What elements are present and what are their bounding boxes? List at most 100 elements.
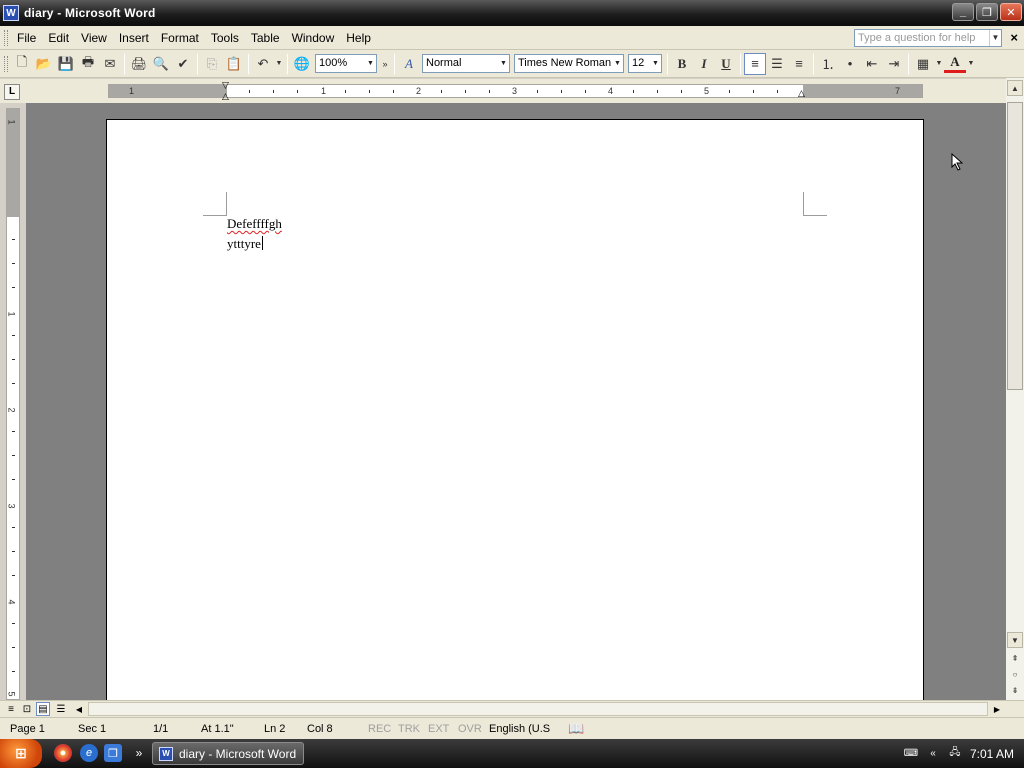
horizontal-scroll-track[interactable] bbox=[88, 702, 988, 716]
menu-tools[interactable]: Tools bbox=[205, 31, 245, 45]
tab-selector[interactable]: L bbox=[4, 84, 20, 100]
menu-edit[interactable]: Edit bbox=[42, 31, 75, 45]
scroll-left-icon[interactable]: ◀ bbox=[72, 702, 86, 716]
restore-button[interactable]: ❐ bbox=[976, 3, 998, 21]
chevron-down-icon[interactable]: ▼ bbox=[989, 30, 1001, 46]
status-language[interactable]: English (U.S bbox=[489, 723, 550, 735]
status-ext[interactable]: EXT bbox=[428, 723, 449, 735]
web-layout-view-icon[interactable]: ⊡ bbox=[20, 702, 34, 716]
outline-view-icon[interactable]: ☰ bbox=[54, 702, 68, 716]
borders-icon[interactable]: ▦ bbox=[912, 53, 934, 75]
show-desktop-icon[interactable]: ❐ bbox=[104, 744, 122, 762]
start-button[interactable]: ⊞ bbox=[0, 739, 42, 768]
spelling-status-icon[interactable]: 📖 bbox=[568, 721, 584, 737]
spelling-icon[interactable]: ✔ bbox=[172, 53, 194, 75]
close-button[interactable]: ✕ bbox=[1000, 3, 1022, 21]
status-ovr[interactable]: OVR bbox=[458, 723, 482, 735]
vertical-ruler[interactable]: 1 1 2 3 4 5 bbox=[6, 108, 20, 700]
network-icon[interactable]: 🖧 bbox=[948, 747, 962, 761]
font-select[interactable]: Times New Roman ▼ bbox=[514, 54, 624, 73]
permission-icon[interactable]: 🖶 bbox=[77, 53, 99, 75]
align-center-icon[interactable]: ☰ bbox=[766, 53, 788, 75]
menu-table[interactable]: Table bbox=[245, 31, 286, 45]
menu-window[interactable]: Window bbox=[286, 31, 341, 45]
help-placeholder: Type a question for help bbox=[858, 32, 976, 44]
styles-formatting-icon[interactable]: A bbox=[398, 53, 420, 75]
borders-dropdown-icon[interactable]: ▼ bbox=[934, 53, 944, 75]
ruler-tick bbox=[585, 90, 586, 93]
clock[interactable]: 7:01 AM bbox=[970, 747, 1014, 761]
document-page[interactable]: Defeffffgh ytttyre bbox=[106, 119, 924, 700]
internet-explorer-icon[interactable]: e bbox=[80, 744, 98, 762]
taskbar-word-button[interactable]: W diary - Microsoft Word bbox=[152, 742, 304, 765]
next-page-icon[interactable]: ⇟ bbox=[1007, 682, 1023, 698]
style-select[interactable]: Normal ▼ bbox=[422, 54, 510, 73]
italic-button[interactable]: I bbox=[693, 53, 715, 75]
bold-button[interactable]: B bbox=[671, 53, 693, 75]
font-color-icon[interactable]: A bbox=[944, 54, 966, 73]
menu-format[interactable]: Format bbox=[155, 31, 205, 45]
normal-view-icon[interactable]: ≡ bbox=[4, 702, 18, 716]
vertical-scroll-thumb[interactable] bbox=[1007, 102, 1023, 390]
new-document-icon[interactable]: 🗋 bbox=[11, 53, 33, 75]
research-icon[interactable]: 🌐 bbox=[291, 53, 313, 75]
increase-indent-icon[interactable]: ⇥ bbox=[883, 53, 905, 75]
print-layout-view-icon[interactable]: ▤ bbox=[36, 702, 50, 716]
underline-button[interactable]: U bbox=[715, 53, 737, 75]
align-right-icon[interactable]: ≡ bbox=[788, 53, 810, 75]
toolbar-grip-icon[interactable] bbox=[4, 55, 8, 72]
save-icon[interactable]: 💾 bbox=[55, 53, 77, 75]
document-line-1[interactable]: Defeffffgh bbox=[227, 216, 282, 232]
ruler-tick bbox=[633, 90, 634, 93]
font-size-select[interactable]: 12 ▼ bbox=[628, 54, 662, 73]
copy-icon[interactable]: ⎘ bbox=[201, 53, 223, 75]
keyboard-icon[interactable]: ⌨ bbox=[904, 747, 918, 761]
hanging-indent-icon[interactable]: △ bbox=[222, 92, 229, 101]
menu-insert[interactable]: Insert bbox=[113, 31, 155, 45]
status-rec[interactable]: REC bbox=[368, 723, 391, 735]
chevron-down-icon[interactable]: ▼ bbox=[612, 55, 623, 72]
title-bar: W diary - Microsoft Word _ ❐ ✕ bbox=[0, 0, 1024, 26]
tray-expand-icon[interactable]: « bbox=[926, 747, 940, 761]
paste-icon[interactable]: 📋 bbox=[223, 53, 245, 75]
quicklaunch-more-icon[interactable]: » bbox=[130, 744, 148, 762]
previous-page-icon[interactable]: ⇞ bbox=[1007, 650, 1023, 666]
document-close-icon[interactable]: × bbox=[1010, 30, 1018, 45]
print-icon[interactable]: 🖨 bbox=[128, 53, 150, 75]
horizontal-ruler[interactable]: 1 1 2 3 4 5 7 ▽ △ △ bbox=[108, 81, 923, 101]
open-icon[interactable]: 📂 bbox=[33, 53, 55, 75]
menu-view[interactable]: View bbox=[75, 31, 113, 45]
word-icon[interactable]: W bbox=[3, 5, 19, 21]
chevron-down-icon[interactable]: ▼ bbox=[650, 55, 661, 72]
status-trk[interactable]: TRK bbox=[398, 723, 420, 735]
help-search-input[interactable]: Type a question for help ▼ bbox=[854, 29, 1002, 47]
undo-dropdown-icon[interactable]: ▼ bbox=[274, 53, 284, 75]
scroll-down-icon[interactable]: ▼ bbox=[1007, 632, 1023, 648]
chrome-icon[interactable]: ● bbox=[54, 744, 72, 762]
misspelled-word[interactable]: Defeffffgh bbox=[227, 216, 282, 231]
zoom-select[interactable]: 100% ▼ bbox=[315, 54, 377, 73]
minimize-button[interactable]: _ bbox=[952, 3, 974, 21]
scroll-right-icon[interactable]: ▶ bbox=[990, 702, 1004, 716]
chevron-down-icon[interactable]: ▼ bbox=[365, 55, 376, 72]
scroll-up-icon[interactable]: ▲ bbox=[1007, 80, 1023, 96]
menu-file[interactable]: File bbox=[11, 31, 42, 45]
right-indent-icon[interactable]: △ bbox=[798, 89, 805, 98]
select-browse-object-icon[interactable]: ○ bbox=[1007, 666, 1023, 682]
vertical-scrollbar[interactable]: ▲ ▼ ⇞ ○ ⇟ bbox=[1006, 78, 1024, 700]
font-color-dropdown-icon[interactable]: ▼ bbox=[966, 53, 976, 75]
align-left-icon[interactable]: ≡ bbox=[744, 52, 766, 75]
toolbar-options-icon[interactable]: » bbox=[379, 53, 391, 75]
document-line-2[interactable]: ytttyre bbox=[227, 236, 263, 252]
print-preview-icon[interactable]: 🔍 bbox=[150, 53, 172, 75]
numbering-icon[interactable]: ⒈ bbox=[817, 53, 839, 75]
menu-help[interactable]: Help bbox=[340, 31, 377, 45]
decrease-indent-icon[interactable]: ⇤ bbox=[861, 53, 883, 75]
bullets-icon[interactable]: • bbox=[839, 53, 861, 75]
toolbar-separator bbox=[287, 53, 288, 74]
undo-icon[interactable]: ↶ bbox=[252, 53, 274, 75]
chevron-down-icon[interactable]: ▼ bbox=[498, 55, 509, 72]
email-icon[interactable]: ✉ bbox=[99, 53, 121, 75]
toolbar-grip-icon[interactable] bbox=[4, 29, 8, 46]
first-line-indent-icon[interactable]: ▽ bbox=[222, 81, 229, 90]
